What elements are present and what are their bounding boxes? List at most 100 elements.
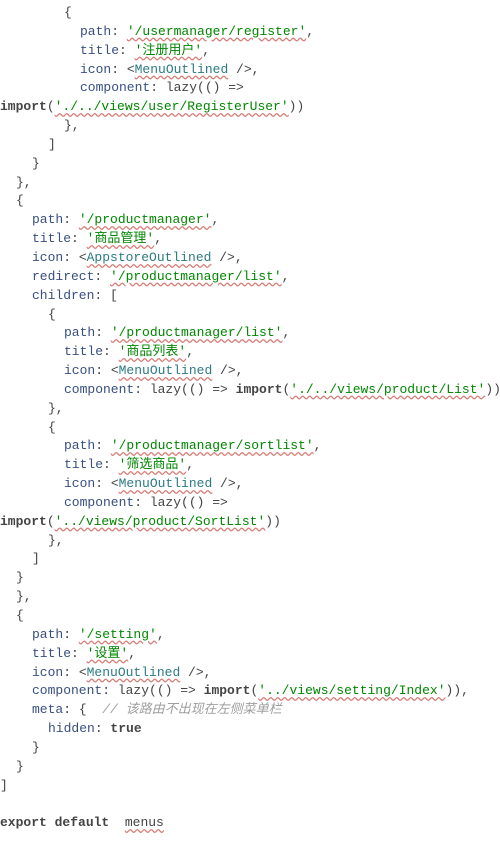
- code-line: path: '/setting',: [0, 626, 500, 645]
- code-token: {: [64, 5, 72, 20]
- code-token: path: [32, 627, 63, 642]
- code-token: path: [64, 438, 95, 453]
- code-token: ,: [186, 344, 194, 359]
- code-token: :: [102, 683, 118, 698]
- code-line: ]: [0, 550, 500, 569]
- code-token: :: [103, 344, 119, 359]
- code-line: {: [0, 607, 500, 626]
- code-token: />,: [180, 665, 211, 680]
- code-token: icon: [32, 665, 63, 680]
- code-line: title: '注册用户',: [0, 42, 500, 61]
- code-token: lazy: [166, 80, 197, 95]
- code-line: icon: <MenuOutlined />,: [0, 61, 500, 80]
- code-token: redirect: [32, 269, 94, 284]
- code-token: :: [71, 646, 87, 661]
- code-token: : <: [63, 250, 86, 265]
- code-token: : [: [94, 288, 117, 303]
- code-token: ,: [186, 457, 194, 472]
- code-line: import('./../views/user/RegisterUser')): [0, 98, 500, 117]
- code-line: }: [0, 739, 500, 758]
- code-token: />,: [228, 62, 259, 77]
- code-token: path: [64, 325, 95, 340]
- code-token: './../views/user/RegisterUser': [55, 99, 289, 114]
- code-token: :: [71, 231, 87, 246]
- code-token: title: [32, 646, 71, 661]
- code-token: :: [95, 325, 111, 340]
- code-line: title: '商品列表',: [0, 343, 500, 362]
- code-token: :: [63, 627, 79, 642]
- code-line: children: [: [0, 287, 500, 306]
- code-token: :: [150, 80, 166, 95]
- code-token: }: [16, 759, 24, 774]
- code-token: MenuOutlined: [135, 62, 229, 77]
- code-line: {: [0, 4, 500, 23]
- code-token: ,: [157, 627, 165, 642]
- code-token: MenuOutlined: [119, 476, 213, 491]
- code-token: '筛选商品': [119, 457, 187, 472]
- code-token: import: [236, 382, 283, 397]
- code-line: title: '设置',: [0, 645, 500, 664]
- code-token: :: [94, 269, 110, 284]
- code-token: path: [32, 212, 63, 227]
- code-token: lazy: [150, 495, 181, 510]
- code-token: },: [48, 401, 64, 416]
- code-line: title: '筛选商品',: [0, 456, 500, 475]
- code-token: import: [0, 99, 47, 114]
- code-token: :: [95, 438, 111, 453]
- code-token: />,: [212, 476, 243, 491]
- code-token: :: [103, 457, 119, 472]
- code-token: menus: [125, 815, 164, 830]
- code-token: title: [64, 457, 103, 472]
- code-token: ,: [154, 231, 162, 246]
- code-token: ,: [202, 43, 210, 58]
- code-token: component: [64, 495, 134, 510]
- code-token: true: [110, 721, 141, 736]
- code-line: path: '/productmanager/sortlist',: [0, 437, 500, 456]
- code-line: }: [0, 569, 500, 588]
- code-line: meta: { // 该路由不出现在左侧菜单栏: [0, 701, 500, 720]
- code-token: {: [16, 608, 24, 623]
- code-token: default: [55, 815, 110, 830]
- code-token: icon: [64, 363, 95, 378]
- code-token: )): [485, 382, 500, 397]
- code-token: />,: [211, 250, 242, 265]
- code-token: :: [111, 24, 127, 39]
- code-token: component: [64, 382, 134, 397]
- code-line: path: '/productmanager',: [0, 211, 500, 230]
- code-line: }: [0, 155, 500, 174]
- code-token: }: [32, 156, 40, 171]
- code-token: (() =>: [197, 80, 244, 95]
- code-line: path: '/productmanager/list',: [0, 324, 500, 343]
- code-token: path: [80, 24, 111, 39]
- code-token: [0, 796, 8, 811]
- code-token: '商品列表': [119, 344, 187, 359]
- code-token: children: [32, 288, 94, 303]
- code-line: },: [0, 400, 500, 419]
- code-token: title: [80, 43, 119, 58]
- code-token: />,: [212, 363, 243, 378]
- code-token: : {: [63, 702, 102, 717]
- code-token: ,: [211, 212, 219, 227]
- code-line: component: lazy(() =>: [0, 79, 500, 98]
- code-token: lazy: [118, 683, 149, 698]
- code-token: :: [134, 382, 150, 397]
- code-token: : <: [63, 665, 86, 680]
- code-line: },: [0, 174, 500, 193]
- code-token: ,: [282, 269, 290, 284]
- code-line: },: [0, 588, 500, 607]
- code-token: icon: [64, 476, 95, 491]
- code-token: import: [0, 514, 47, 529]
- code-token: '/usermanager/register': [127, 24, 306, 39]
- code-token: : <: [95, 476, 118, 491]
- code-token: (: [47, 514, 55, 529]
- code-token: )): [289, 99, 305, 114]
- code-line: import('../views/product/SortList')): [0, 513, 500, 532]
- code-token: ]: [48, 137, 56, 152]
- code-line: component: lazy(() => import('../views/s…: [0, 682, 500, 701]
- code-token: :: [63, 212, 79, 227]
- code-token: },: [64, 118, 80, 133]
- code-token: ,: [128, 646, 136, 661]
- code-token: '../views/setting/Index': [258, 683, 445, 698]
- code-token: // 该路由不出现在左侧菜单栏: [102, 702, 281, 717]
- code-line: icon: <MenuOutlined />,: [0, 362, 500, 381]
